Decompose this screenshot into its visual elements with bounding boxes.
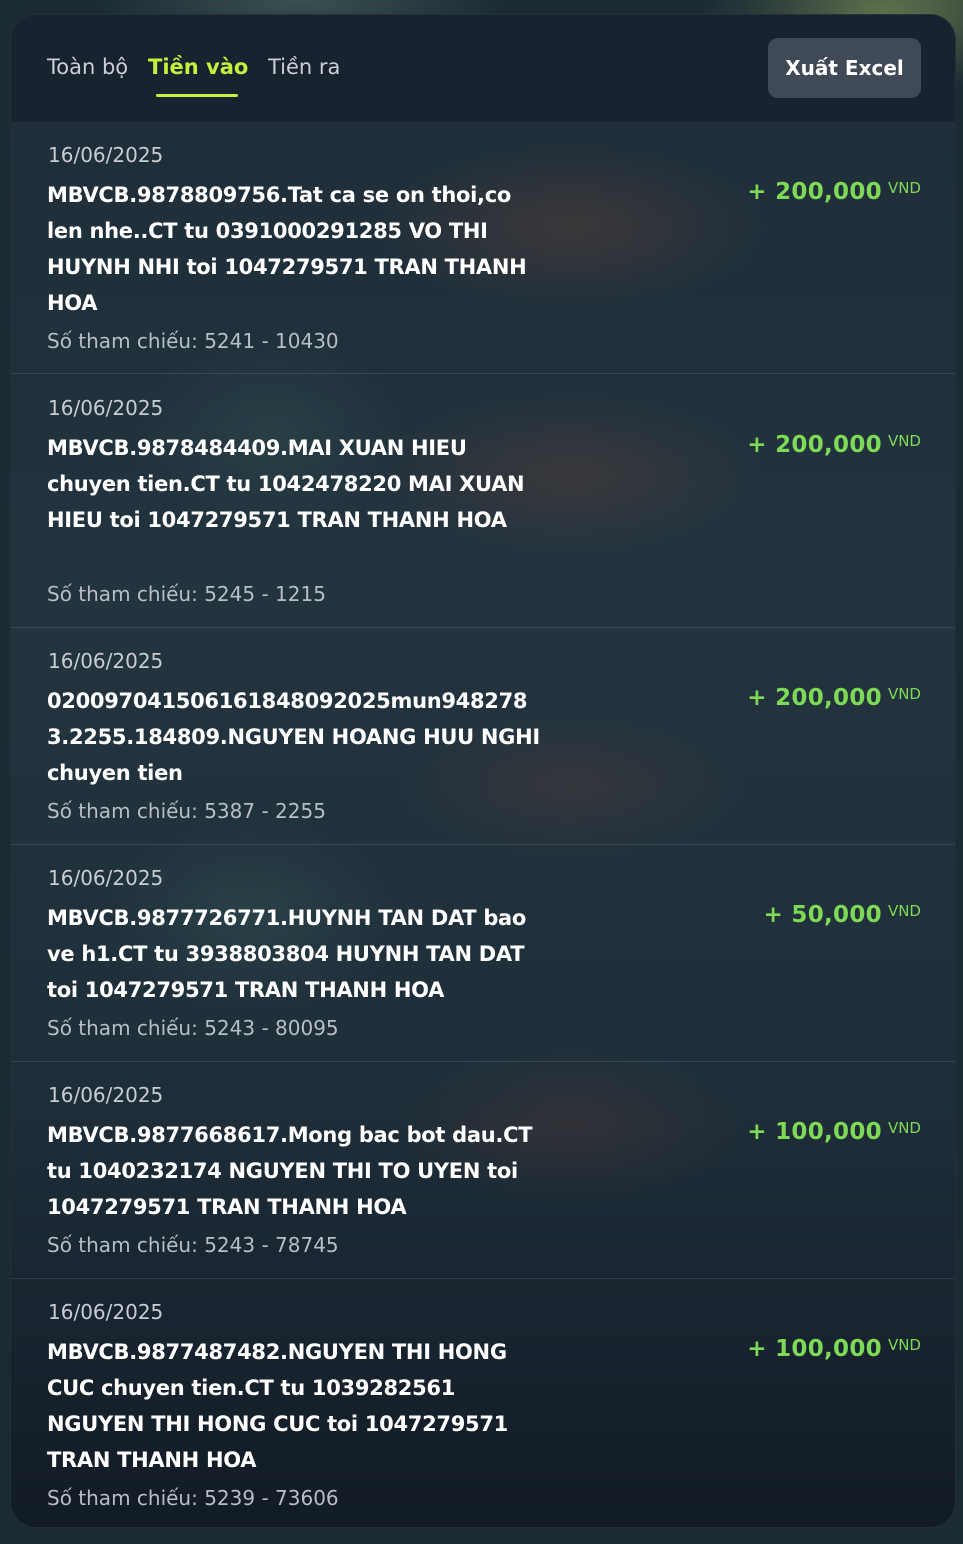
- transaction-description: MBVCB.9877487482.NGUYEN THI HONG CUC chu…: [47, 1340, 508, 1472]
- transaction-reference: Số tham chiếu: 5387 - 2255: [47, 799, 326, 823]
- export-excel-button[interactable]: Xuất Excel: [768, 38, 921, 98]
- transaction-item[interactable]: 16/06/2025 MBVCB.9877726771.HUYNH TAN DA…: [11, 845, 955, 1062]
- transaction-amount: + 100,000 VND: [747, 1336, 921, 1362]
- transaction-item[interactable]: 16/06/2025 MBVCB.9878809756.Tat ca se on…: [11, 122, 955, 374]
- amount-currency: VND: [887, 1336, 921, 1354]
- transaction-amount: + 100,000 VND: [747, 1119, 921, 1145]
- amount-currency: VND: [887, 432, 921, 450]
- transaction-item[interactable]: 16/06/2025 MBVCB.9878484409.MAI XUAN HIE…: [11, 374, 955, 628]
- transaction-reference: Số tham chiếu: 5243 - 78745: [47, 1233, 339, 1257]
- transaction-description: 020097041506161848092025mun9482783.2255.…: [47, 689, 540, 785]
- amount-value: + 100,000: [747, 1336, 882, 1362]
- transaction-panel: Toàn bộ Tiền vào Tiền ra Xuất Excel 16/0…: [10, 14, 956, 1528]
- transaction-description: MBVCB.9878809756.Tat ca se on thoi,co le…: [47, 183, 527, 315]
- transaction-amount: + 200,000 VND: [747, 179, 921, 205]
- transaction-date: 16/06/2025: [48, 1300, 164, 1324]
- transaction-date: 16/06/2025: [48, 649, 164, 673]
- amount-currency: VND: [887, 179, 921, 197]
- amount-value: + 200,000: [747, 685, 882, 711]
- active-tab-indicator: [156, 94, 238, 97]
- transaction-item[interactable]: 16/06/2025 MBVCB.9877668617.Mong bac bot…: [11, 1062, 955, 1279]
- transaction-reference: Số tham chiếu: 5239 - 73606: [47, 1486, 339, 1510]
- tab-all[interactable]: Toàn bộ: [47, 55, 128, 79]
- transaction-reference: Số tham chiếu: 5245 - 1215: [47, 582, 326, 606]
- transaction-item[interactable]: 16/06/2025 MBVCB.9877487482.NGUYEN THI H…: [11, 1279, 955, 1527]
- transaction-date: 16/06/2025: [48, 396, 164, 420]
- transaction-description: MBVCB.9877668617.Mong bac bot dau.CT tu …: [47, 1123, 533, 1219]
- transaction-amount: + 200,000 VND: [747, 685, 921, 711]
- amount-currency: VND: [887, 902, 921, 920]
- amount-currency: VND: [887, 1119, 921, 1137]
- amount-currency: VND: [887, 685, 921, 703]
- transaction-reference: Số tham chiếu: 5243 - 80095: [47, 1016, 339, 1040]
- tab-money-out[interactable]: Tiền ra: [268, 55, 340, 79]
- transaction-description: MBVCB.9878484409.MAI XUAN HIEU chuyen ti…: [47, 436, 525, 532]
- transaction-description: MBVCB.9877726771.HUYNH TAN DAT bao ve h1…: [47, 906, 527, 1002]
- amount-value: + 50,000: [763, 902, 882, 928]
- transaction-reference: Số tham chiếu: 5241 - 10430: [47, 329, 339, 353]
- amount-value: + 200,000: [747, 432, 882, 458]
- transaction-amount: + 50,000 VND: [764, 902, 921, 928]
- panel-header: Toàn bộ Tiền vào Tiền ra Xuất Excel: [11, 15, 955, 122]
- transaction-date: 16/06/2025: [48, 866, 164, 890]
- transaction-date: 16/06/2025: [48, 1083, 164, 1107]
- amount-value: + 200,000: [747, 179, 882, 205]
- transaction-date: 16/06/2025: [48, 143, 164, 167]
- tab-money-in[interactable]: Tiền vào: [148, 55, 248, 79]
- amount-value: + 100,000: [747, 1119, 882, 1145]
- transaction-amount: + 200,000 VND: [747, 432, 921, 458]
- transaction-item[interactable]: 16/06/2025 020097041506161848092025mun94…: [11, 628, 955, 845]
